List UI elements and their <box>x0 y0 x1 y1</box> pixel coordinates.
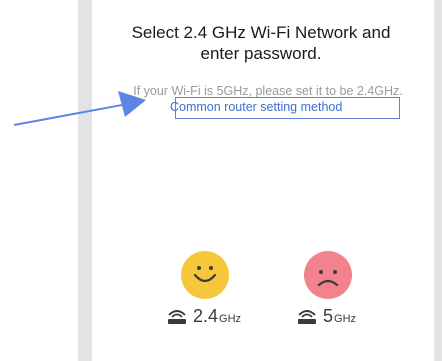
wifi-router-icon <box>168 310 186 324</box>
wifi-hint-text: If your Wi-Fi is 5GHz, please set it to … <box>133 84 403 98</box>
sad-face-icon[interactable] <box>304 251 352 299</box>
page-title: Select 2.4 GHz Wi-Fi Network and enter p… <box>100 22 422 64</box>
page-title-line-1: Select 2.4 GHz Wi-Fi Network and <box>131 23 391 42</box>
band-5ghz-unit: GHz <box>334 313 357 325</box>
band-5ghz[interactable]: 5 GHz <box>296 306 356 326</box>
right-edge-rail <box>434 0 442 361</box>
router-setting-link[interactable]: Common router setting method <box>170 97 400 119</box>
band-5ghz-value: 5 <box>323 306 334 326</box>
band-2-4ghz-value: 2.4 <box>193 306 219 326</box>
band-2-4ghz[interactable]: 2.4 GHz <box>166 306 241 326</box>
router-setting-link-label: Common router setting method <box>170 100 343 114</box>
wifi-router-icon <box>298 310 316 324</box>
left-edge-rail <box>78 0 92 361</box>
page-title-line-2: enter password. <box>200 44 322 63</box>
happy-face-icon[interactable] <box>181 251 229 299</box>
happy-face-glyph-icon <box>193 266 217 283</box>
band-2-4ghz-unit: GHz <box>219 313 242 325</box>
sad-face-glyph-icon <box>317 270 339 287</box>
